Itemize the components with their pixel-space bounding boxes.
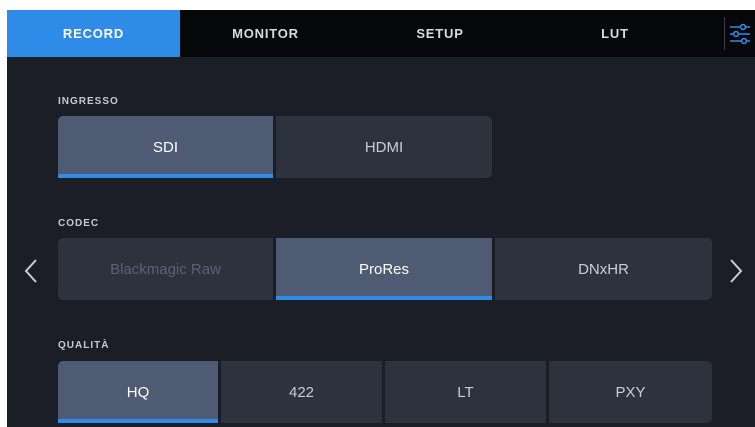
input-option-sdi[interactable]: SDI [58,116,273,178]
codec-section-label: CODEC [58,218,100,229]
quality-option-422[interactable]: 422 [221,361,382,423]
tab-monitor[interactable]: MONITOR [180,10,351,57]
codec-option-prores-label: ProRes [358,260,410,278]
selected-indicator [58,419,218,423]
quality-option-lt-label: LT [457,383,474,401]
selected-indicator [58,174,273,178]
quality-option-pxy-label: PXY [615,383,646,401]
record-screen: RECORD MONITOR SETUP LUT INGRESSO SDI HD… [7,10,755,427]
settings-button[interactable] [725,10,755,57]
tab-lut[interactable]: LUT [529,10,701,57]
quality-option-lt[interactable]: LT [385,361,546,423]
input-option-hdmi-label: HDMI [364,138,404,156]
quality-option-pxy[interactable]: PXY [549,361,712,423]
quality-section-label: QUALITÀ [58,340,110,351]
tab-record[interactable]: RECORD [7,10,180,57]
codec-option-dnxhr-label: DNxHR [578,260,629,278]
chevron-right-icon [730,259,743,283]
codec-option-blackmagic-raw-label: Blackmagic Raw [110,260,221,278]
codec-next-button[interactable] [726,256,746,286]
codec-option-prores[interactable]: ProRes [276,238,492,300]
codec-option-blackmagic-raw[interactable]: Blackmagic Raw [58,238,273,300]
chevron-left-icon [24,259,37,283]
tab-setup[interactable]: SETUP [351,10,529,57]
input-option-hdmi[interactable]: HDMI [276,116,492,178]
input-section-label: INGRESSO [58,96,119,107]
sliders-icon [730,23,750,44]
quality-option-422-label: 422 [288,383,315,401]
codec-prev-button[interactable] [21,256,41,286]
tab-bar: RECORD MONITOR SETUP LUT [7,10,755,57]
quality-option-hq-label: HQ [126,383,150,401]
selected-indicator [276,296,492,300]
input-option-sdi-label: SDI [152,138,178,156]
quality-option-hq[interactable]: HQ [58,361,218,423]
codec-option-dnxhr[interactable]: DNxHR [495,238,712,300]
